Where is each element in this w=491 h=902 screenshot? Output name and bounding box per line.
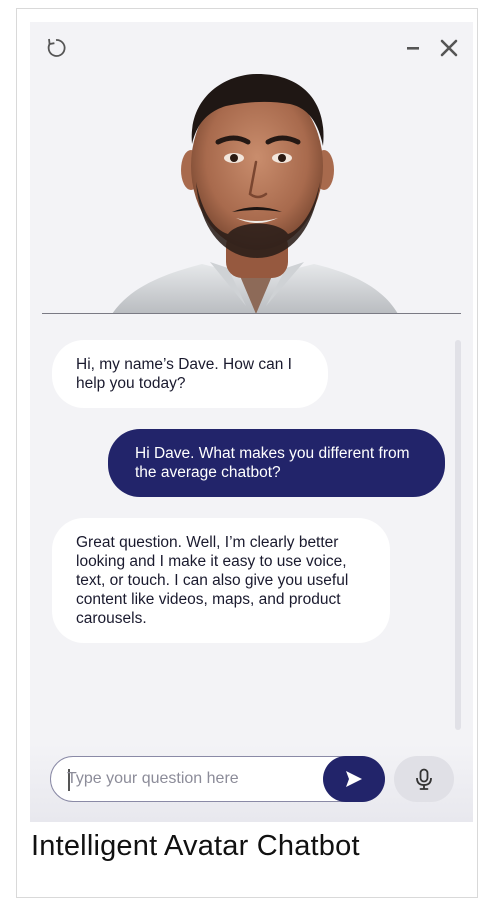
send-button[interactable] [323,756,385,802]
minimize-button[interactable] [399,34,427,62]
reset-icon [47,38,66,57]
window-controls [399,34,463,62]
reset-button[interactable] [42,34,70,62]
avatar-video [42,62,461,314]
bot-message: Hi, my name’s Dave. How can I help you t… [52,340,328,408]
bot-message: Great question. Well, I’m clearly better… [52,518,390,643]
close-button[interactable] [435,34,463,62]
avatar-image [42,62,461,313]
question-input[interactable] [67,768,317,790]
microphone-button[interactable] [394,756,454,802]
scrollbar[interactable] [455,340,461,730]
input-bar [30,744,473,822]
microphone-icon [416,768,432,790]
user-message: Hi Dave. What makes you different from t… [108,429,445,497]
caption: Intelligent Avatar Chatbot [31,830,360,862]
send-icon [346,771,362,787]
minimize-icon [407,47,419,50]
conversation-panel: Hi, my name’s Dave. How can I help you t… [30,322,473,742]
chatbot-widget: Hi, my name’s Dave. How can I help you t… [30,22,473,822]
close-icon [440,39,458,57]
